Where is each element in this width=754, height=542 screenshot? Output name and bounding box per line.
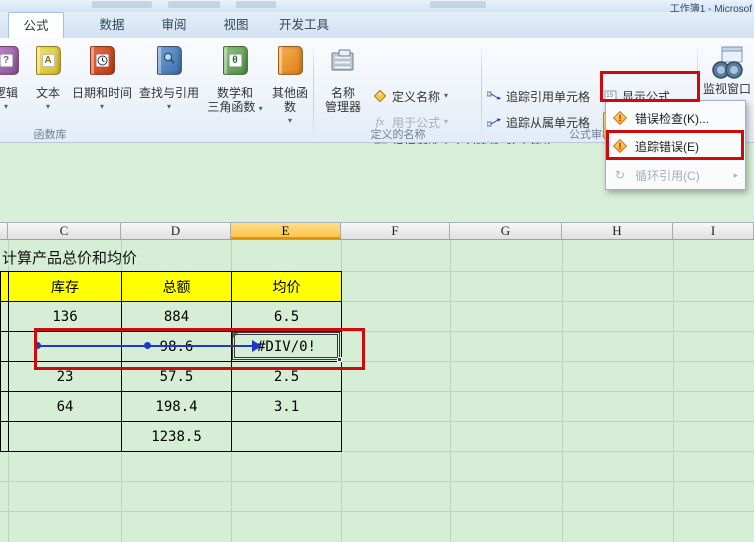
annotation-box-error-row — [34, 328, 365, 370]
tab-developer[interactable]: 开发工具 — [268, 12, 340, 38]
table-header-total[interactable]: 总额 — [121, 271, 232, 302]
column-header-H[interactable]: H — [562, 223, 673, 239]
dropdown-arrow-icon: ▾ — [45, 102, 50, 111]
sheet-caption-cell[interactable]: 计算产品总价和均价 — [2, 247, 137, 268]
gridline — [0, 481, 754, 482]
menu-item-circular-references[interactable]: ↻ 循环引用(C) ▸ — [607, 161, 744, 189]
magnifier-icon — [162, 51, 176, 70]
name-manager-label-line1: 名称 — [330, 86, 355, 100]
cell-C6[interactable]: 64 — [8, 391, 122, 422]
trace-precedents-icon — [486, 89, 502, 103]
logical-label: 逻辑 — [0, 86, 18, 100]
group-label-defined-names: 定义的名称 — [370, 129, 426, 141]
titlebar-ghost — [92, 1, 152, 8]
submenu-arrow-icon: ▸ — [733, 169, 738, 180]
cell-D7[interactable]: 1238.5 — [121, 421, 232, 452]
lookup-reference-button[interactable]: 查找与引用 ▾ — [136, 46, 202, 111]
cell-E6[interactable]: 3.1 — [231, 391, 342, 422]
math-book-icon: θ — [222, 46, 248, 75]
group-separator — [481, 42, 482, 138]
more-functions-label: 其他函数 — [271, 86, 308, 114]
lookup-label: 查找与引用 — [138, 86, 199, 100]
name-manager-button[interactable]: 名称 管理器 — [318, 46, 368, 114]
date-time-functions-button[interactable]: 日期和时间 ▾ — [70, 46, 134, 111]
logical-book-icon: ? — [0, 46, 19, 75]
name-manager-label-line2: 管理器 — [324, 100, 361, 114]
cell-D6[interactable]: 198.4 — [121, 391, 232, 422]
clock-icon — [95, 54, 109, 67]
tab-view[interactable]: 视图 — [212, 12, 260, 38]
gridline — [0, 511, 754, 512]
trace-precedents-button[interactable]: 追踪引用单元格 — [486, 86, 590, 106]
dropdown-arrow-icon: ▾ — [444, 117, 449, 126]
tab-formulas[interactable]: 公式 — [8, 12, 64, 38]
error-diamond-icon: ! — [612, 110, 628, 126]
cell-E7[interactable] — [231, 421, 342, 452]
excel-window: 工作簿1 - Microsof 公式 数据 审阅 视图 开发工具 ? 逻辑 ▾ … — [0, 0, 754, 542]
logical-functions-button[interactable]: ? 逻辑 ▾ — [0, 46, 28, 111]
titlebar-ghost — [168, 1, 220, 8]
date-time-label: 日期和时间 — [71, 86, 132, 100]
dropdown-arrow-icon: ▾ — [287, 116, 292, 125]
text-functions-button[interactable]: A 文本 ▾ — [28, 46, 68, 111]
menu-item-error-checking[interactable]: ! 错误检查(K)... — [607, 104, 744, 132]
group-label-function-library: 函数库 — [33, 129, 67, 141]
tab-data[interactable]: 数据 — [88, 12, 136, 38]
tab-review[interactable]: 审阅 — [150, 12, 198, 38]
dropdown-arrow-icon: ▾ — [166, 102, 171, 111]
column-header-G[interactable]: G — [450, 223, 562, 239]
tag-icon — [372, 89, 388, 103]
math-trig-button[interactable]: θ 数学和 三角函数 ▾ — [204, 46, 266, 114]
text-book-icon: A — [35, 46, 61, 75]
watch-window-button[interactable]: 监视窗口 — [700, 46, 754, 96]
circular-reference-icon: ↻ — [615, 168, 626, 182]
binoculars-icon — [710, 46, 744, 87]
math-trig-label-line2: 三角函数 ▾ — [207, 100, 263, 114]
more-functions-button[interactable]: 其他函数 ▾ — [268, 46, 312, 125]
titlebar-ghost — [236, 1, 276, 8]
title-bar: 工作簿1 - Microsof — [0, 0, 754, 15]
table-header-inventory[interactable]: 库存 — [8, 271, 122, 302]
titlebar-ghost — [430, 1, 486, 8]
define-name-button[interactable]: 定义名称 ▾ — [372, 86, 448, 106]
dropdown-arrow-icon: ▾ — [3, 102, 8, 111]
column-header-partial[interactable] — [0, 223, 8, 239]
column-header-C[interactable]: C — [8, 223, 121, 239]
column-header-E-selected[interactable]: E — [231, 223, 341, 239]
cell-C7[interactable] — [8, 421, 122, 452]
column-header-F[interactable]: F — [341, 223, 450, 239]
table-header-average[interactable]: 均价 — [231, 271, 342, 302]
group-separator — [313, 42, 314, 138]
text-label: 文本 — [35, 86, 60, 100]
more-functions-books-icon — [271, 46, 303, 78]
column-header-D[interactable]: D — [121, 223, 231, 239]
dropdown-arrow-icon: ▾ — [444, 91, 449, 100]
name-manager-drawer-icon — [330, 48, 356, 79]
dropdown-arrow-icon: ▾ — [99, 102, 104, 111]
column-header-row: C D E F G H I — [0, 222, 754, 240]
math-trig-label-line1: 数学和 — [216, 86, 253, 100]
lookup-book-icon — [156, 46, 182, 75]
annotation-box-error-checking — [600, 71, 700, 102]
date-time-book-icon — [89, 46, 115, 75]
ribbon-tab-row: 公式 数据 审阅 视图 开发工具 — [0, 12, 754, 38]
watch-window-label: 监视窗口 — [702, 82, 751, 96]
column-header-I[interactable]: I — [673, 223, 754, 239]
dropdown-arrow-icon: ▾ — [258, 104, 263, 113]
annotation-box-trace-error — [606, 130, 744, 160]
